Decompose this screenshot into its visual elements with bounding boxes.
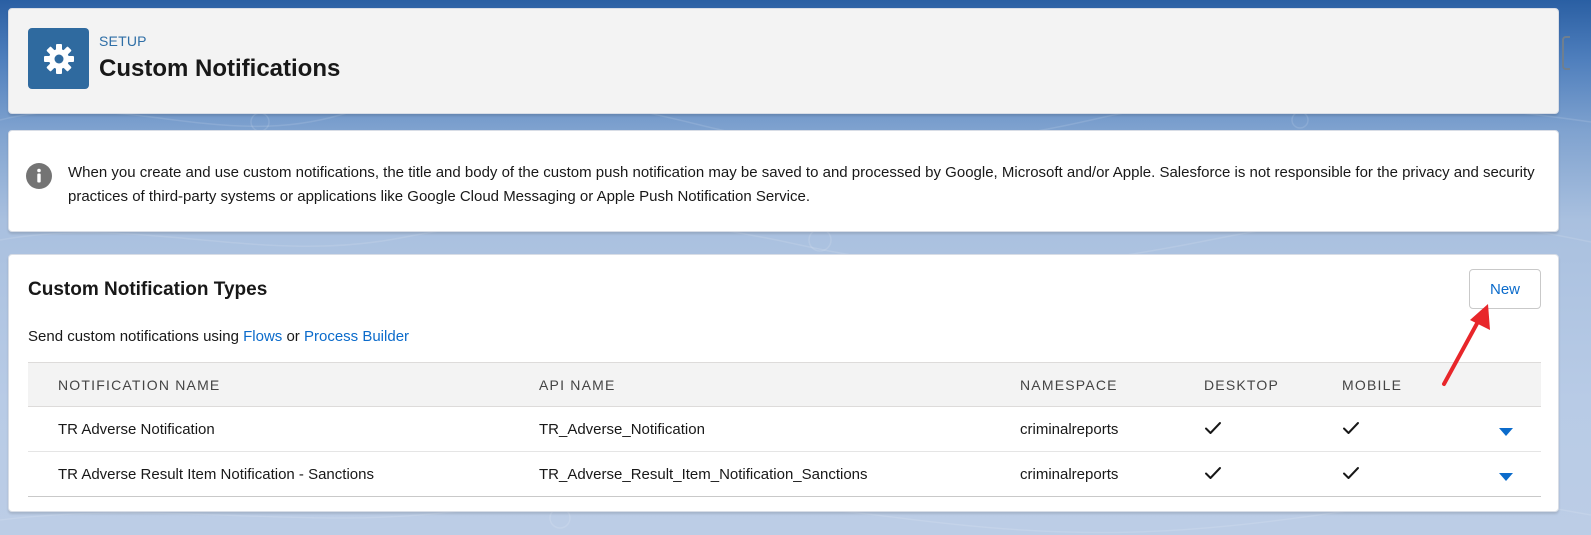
info-notice: When you create and use custom notificat… — [8, 130, 1559, 232]
namespace-cell: criminalreports — [1020, 421, 1119, 438]
column-header-notification-name[interactable]: NOTIFICATION NAME — [58, 377, 220, 393]
page-title: Custom Notifications — [99, 55, 341, 82]
side-panel-handle[interactable] — [1562, 36, 1570, 70]
column-header-namespace[interactable]: NAMESPACE — [1020, 377, 1118, 393]
row-actions-chevron-down-icon[interactable] — [1498, 470, 1514, 482]
desktop-check-icon — [1204, 465, 1222, 486]
section-description: Send custom notifications using Flows or… — [28, 328, 409, 345]
notification-types-card: Custom Notification Types New Send custo… — [8, 254, 1559, 512]
new-button[interactable]: New — [1469, 269, 1541, 309]
info-icon — [26, 163, 52, 189]
process-builder-link[interactable]: Process Builder — [304, 328, 409, 345]
description-prefix: Send custom notifications using — [28, 328, 244, 345]
breadcrumb: SETUP — [99, 33, 147, 49]
desktop-check-icon — [1204, 420, 1222, 441]
notification-name-cell: TR Adverse Notification — [58, 421, 215, 438]
namespace-cell: criminalreports — [1020, 466, 1119, 483]
column-header-mobile[interactable]: MOBILE — [1342, 377, 1402, 393]
notification-types-table: NOTIFICATION NAME API NAME NAMESPACE DES… — [28, 362, 1541, 497]
api-name-cell: TR_Adverse_Notification — [539, 421, 705, 438]
section-title: Custom Notification Types — [28, 279, 268, 300]
table-row: TR Adverse Notification TR_Adverse_Notif… — [28, 407, 1541, 452]
flows-link[interactable]: Flows — [243, 328, 282, 345]
mobile-check-icon — [1342, 420, 1360, 441]
notification-name-cell: TR Adverse Result Item Notification - Sa… — [58, 466, 374, 483]
mobile-check-icon — [1342, 465, 1360, 486]
column-header-desktop[interactable]: DESKTOP — [1204, 377, 1279, 393]
gear-icon — [28, 28, 89, 89]
info-text: When you create and use custom notificat… — [68, 164, 1535, 205]
api-name-cell: TR_Adverse_Result_Item_Notification_Sanc… — [539, 466, 868, 483]
page-header: SETUP Custom Notifications — [8, 8, 1559, 114]
description-or: or — [282, 328, 304, 345]
table-row: TR Adverse Result Item Notification - Sa… — [28, 452, 1541, 496]
column-header-api-name[interactable]: API NAME — [539, 377, 616, 393]
table-header: NOTIFICATION NAME API NAME NAMESPACE DES… — [28, 363, 1541, 407]
row-actions-chevron-down-icon[interactable] — [1498, 425, 1514, 437]
